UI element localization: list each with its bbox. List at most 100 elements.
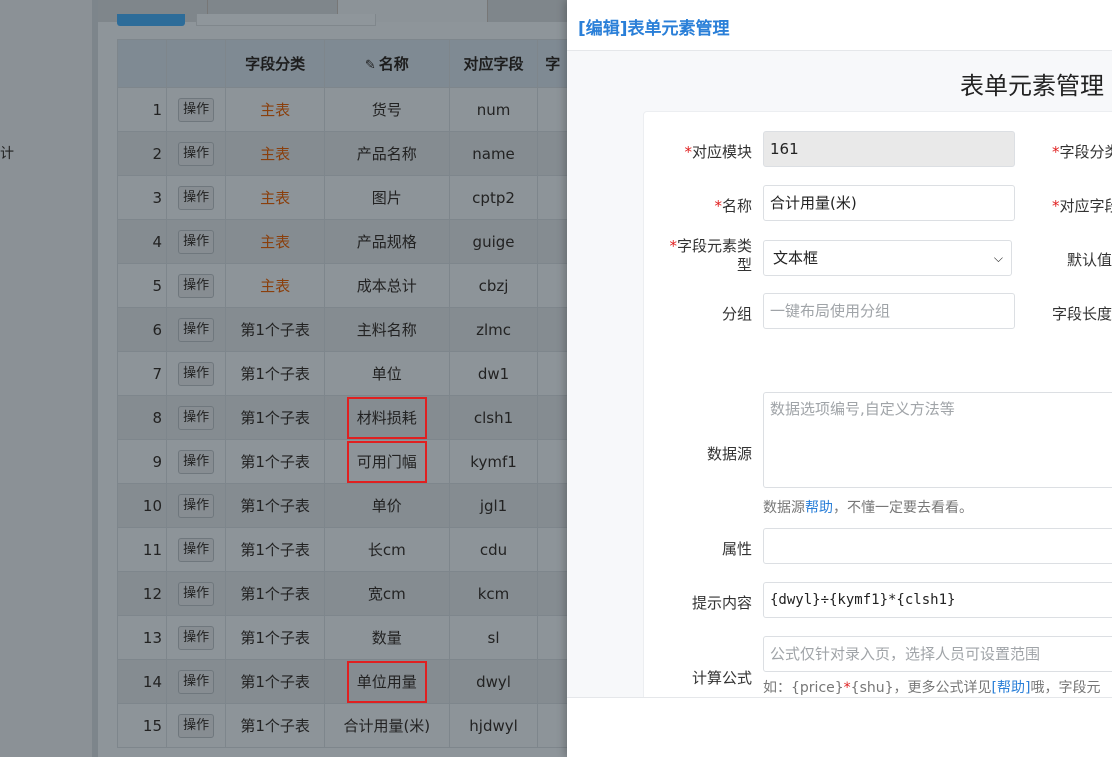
op-button[interactable]: 操作 (178, 97, 215, 122)
name-cell[interactable]: 合计用量(米) (324, 703, 450, 748)
row-number: 2 (116, 131, 168, 176)
element-type-select[interactable]: 文本框 ⌵ (763, 240, 1012, 276)
field-cell: dw1 (448, 351, 539, 396)
name-cell[interactable]: 单位用量 (324, 659, 450, 704)
category-label: *字段分类 (1052, 141, 1112, 162)
op-button[interactable]: 操作 (178, 669, 215, 694)
panel-footer (567, 697, 1112, 757)
column-header-more[interactable]: 字 (537, 39, 568, 88)
field-cell: dwyl (448, 659, 539, 704)
column-header-category[interactable]: 字段分类 (225, 39, 326, 88)
length-label: 字段长度 (1052, 305, 1112, 323)
name-cell[interactable]: 长cm (324, 527, 450, 572)
name-cell[interactable]: 成本总计 (324, 263, 450, 308)
op-cell: 操作 (166, 263, 227, 308)
name-cell[interactable]: 货号 (324, 87, 450, 132)
field-cell: num (448, 87, 539, 132)
field-cell: cbzj (448, 263, 539, 308)
search-input[interactable] (196, 14, 376, 26)
op-button[interactable]: 操作 (178, 405, 215, 430)
extra-cell (537, 307, 568, 352)
formula-hint: 如：{price}*{shu}，更多公式详见[帮助]哦，字段元 (763, 677, 1100, 697)
add-button[interactable] (117, 14, 185, 26)
field-cell: zlmc (448, 307, 539, 352)
module-field[interactable]: 161 (763, 131, 1015, 167)
panel-title: [编辑]表单元素管理 (578, 19, 730, 39)
tip-input[interactable]: {dwyl}÷{kymf1}*{clsh1} (763, 582, 1112, 618)
op-cell: 操作 (166, 615, 227, 660)
pencil-icon: ✎ (364, 58, 376, 73)
datasource-help-link[interactable]: 帮助 (805, 500, 833, 516)
table-row: 4 操作 主表 产品规格 guige (116, 219, 568, 264)
field-cell: sl (448, 615, 539, 660)
field-cell: hjdwyl (448, 703, 539, 748)
name-cell[interactable]: 产品规格 (324, 219, 450, 264)
category-cell: 第1个子表 (225, 351, 326, 396)
table-row: 1 操作 主表 货号 num (116, 87, 568, 132)
op-button[interactable]: 操作 (178, 361, 215, 386)
name-text: 可用门幅 (356, 452, 417, 471)
category-cell: 第1个子表 (225, 307, 326, 352)
name-cell[interactable]: 单价 (324, 483, 450, 528)
table-row: 10 操作 第1个子表 单价 jgl1 (116, 483, 568, 528)
field-label-text: 对应字段 (1059, 197, 1112, 215)
category-cell: 第1个子表 (225, 703, 326, 748)
category-cell: 第1个子表 (225, 659, 326, 704)
op-button[interactable]: 操作 (178, 229, 215, 254)
name-cell[interactable]: 单位 (324, 351, 450, 396)
row-number: 12 (116, 571, 168, 616)
name-text: 单价 (371, 497, 402, 515)
name-text: 成本总计 (356, 277, 417, 295)
op-button[interactable]: 操作 (178, 449, 215, 474)
field-cell: cptp2 (448, 175, 539, 220)
op-button[interactable]: 操作 (178, 185, 215, 210)
sidebar-item-label: 计 (0, 146, 14, 162)
field-cell: cdu (448, 527, 539, 572)
attribute-input[interactable] (763, 528, 1112, 564)
op-button[interactable]: 操作 (178, 713, 215, 738)
column-header-name[interactable]: ✎ 名称 (324, 39, 450, 88)
required-mark: * (714, 197, 722, 215)
extra-cell (537, 131, 568, 176)
op-cell: 操作 (166, 219, 227, 264)
op-button[interactable]: 操作 (178, 317, 215, 342)
group-input[interactable]: 一键布局使用分组 (763, 293, 1015, 329)
op-cell: 操作 (166, 131, 227, 176)
tab-other[interactable] (488, 0, 568, 22)
name-cell[interactable]: 产品名称 (324, 131, 450, 176)
tip-label: 提示内容 (691, 594, 752, 612)
name-cell[interactable]: 材料损耗 (324, 395, 450, 440)
datasource-textarea[interactable]: 数据选项编号,自定义方法等 (763, 392, 1112, 488)
name-cell[interactable]: 数量 (324, 615, 450, 660)
field-label: *对应字段 (1052, 195, 1112, 216)
op-button[interactable]: 操作 (178, 141, 215, 166)
op-cell: 操作 (166, 571, 227, 616)
highlight-box: 材料损耗 (346, 396, 427, 439)
formula-help-link[interactable]: [帮助] (992, 680, 1031, 696)
name-field[interactable]: 合计用量(米) (763, 185, 1015, 221)
name-cell[interactable]: 可用门幅 (324, 439, 450, 484)
required-mark: * (1052, 143, 1060, 161)
op-button[interactable]: 操作 (178, 581, 215, 606)
required-mark: * (1052, 197, 1060, 215)
category-cell: 主表 (225, 175, 326, 220)
name-cell[interactable]: 主料名称 (324, 307, 450, 352)
category-cell: 第1个子表 (225, 439, 326, 484)
row-number: 1 (116, 87, 168, 132)
category-cell: 主表 (225, 131, 326, 176)
op-button[interactable]: 操作 (178, 273, 215, 298)
op-cell: 操作 (166, 307, 227, 352)
formula-input[interactable]: 公式仅针对录入页，选择人员可设置范围 (763, 636, 1112, 672)
op-cell: 操作 (166, 527, 227, 572)
name-cell[interactable]: 宽cm (324, 571, 450, 616)
op-button[interactable]: 操作 (178, 625, 215, 650)
op-button[interactable]: 操作 (178, 493, 215, 518)
name-text: 单位 (371, 365, 402, 383)
column-header-field[interactable]: 对应字段 (448, 39, 539, 88)
table-row: 14 操作 第1个子表 单位用量 dwyl (116, 659, 568, 704)
table-row: 9 操作 第1个子表 可用门幅 kymf1 (116, 439, 568, 484)
op-button[interactable]: 操作 (178, 537, 215, 562)
highlight-box: 可用门幅 (346, 440, 427, 483)
panel-body: 表单元素管理 *对应模块 161 *字段分类 *名称 合计用量(米) *对应字段… (567, 51, 1112, 697)
name-cell[interactable]: 图片 (324, 175, 450, 220)
